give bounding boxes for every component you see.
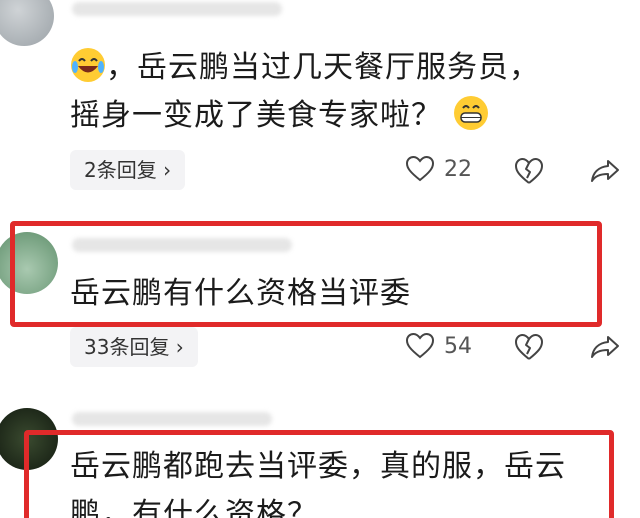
- username-blurred: [72, 2, 282, 16]
- comment-text: 岳云鹏有什么资格当评委: [70, 276, 411, 311]
- heart-icon: [406, 333, 434, 359]
- comment-text: ，岳云鹏当过几天餐厅服务员，摇身一变成了美食专家啦？: [70, 44, 570, 140]
- like-button[interactable]: 54: [406, 333, 472, 359]
- like-count: 22: [444, 156, 472, 182]
- replies-button[interactable]: 33条回复 ›: [70, 327, 198, 367]
- replies-button[interactable]: 2条回复 ›: [70, 150, 186, 190]
- broken-heart-icon: [515, 157, 544, 184]
- like-button[interactable]: 22: [406, 156, 472, 182]
- grinning-emoji-icon: [453, 96, 488, 130]
- avatar[interactable]: [0, 232, 58, 294]
- username-blurred: [72, 238, 292, 252]
- avatar[interactable]: [0, 0, 54, 46]
- broken-heart-icon: [515, 333, 544, 360]
- avatar[interactable]: [0, 408, 58, 470]
- laughing-tears-emoji-icon: [71, 48, 105, 82]
- like-count: 54: [444, 333, 472, 359]
- comment-feed: ，岳云鹏当过几天餐厅服务员，摇身一变成了美食专家啦？ 2条回复 › 22 岳云鹏…: [0, 0, 640, 518]
- share-button[interactable]: [590, 159, 620, 187]
- share-arrow-icon: [591, 336, 619, 358]
- share-arrow-icon: [591, 160, 619, 182]
- share-button[interactable]: [590, 335, 620, 363]
- dislike-button[interactable]: [514, 333, 544, 365]
- username-blurred: [72, 412, 272, 426]
- dislike-button[interactable]: [514, 157, 544, 189]
- comment-text: 岳云鹏都跑去当评委，真的服，岳云鹏，有什么资格？: [70, 449, 566, 518]
- heart-icon: [406, 156, 434, 182]
